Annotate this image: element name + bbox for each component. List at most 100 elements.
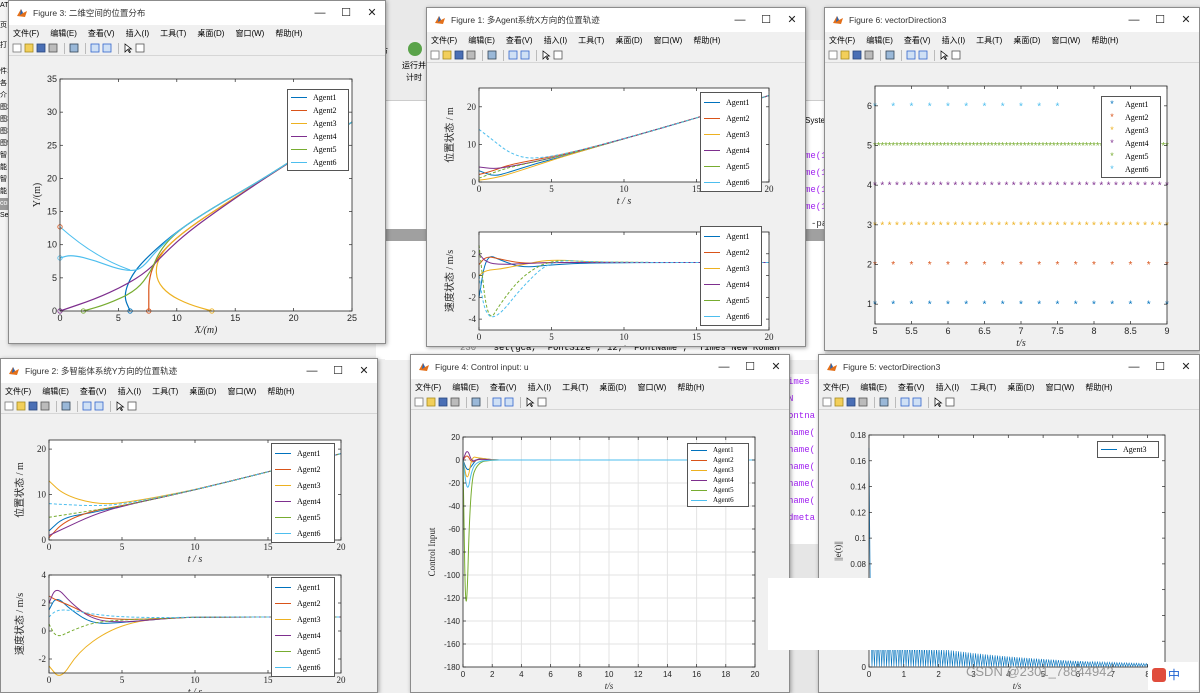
dock-icon[interactable]: [82, 401, 92, 411]
link-icon[interactable]: [879, 397, 889, 407]
menu-item[interactable]: 编辑(E): [860, 382, 887, 393]
menu-item[interactable]: 编辑(E): [866, 35, 893, 46]
print-icon[interactable]: [858, 397, 868, 407]
legend[interactable]: Agent1 Agent2 Agent3 Agent4 Agent5 Agent6: [287, 89, 349, 171]
menu-item[interactable]: 工具(T): [160, 28, 186, 39]
menu-item[interactable]: 帮助(H): [1085, 382, 1112, 393]
menu-item[interactable]: 窗口(W): [637, 382, 666, 393]
menu-item[interactable]: 窗口(W): [1045, 382, 1074, 393]
menu-item[interactable]: 桌面(D): [1007, 382, 1034, 393]
dock-icon[interactable]: [900, 397, 910, 407]
pointer-icon[interactable]: [525, 397, 535, 407]
menu-item[interactable]: 文件(F): [13, 28, 39, 39]
menu-item[interactable]: 窗口(W): [235, 28, 264, 39]
menu-item[interactable]: 插入(I): [118, 386, 142, 397]
new-figure-icon[interactable]: [430, 50, 440, 60]
open-icon[interactable]: [840, 50, 850, 60]
pointer-icon[interactable]: [115, 401, 125, 411]
menu-item[interactable]: 窗口(W): [1051, 35, 1080, 46]
ime-tray[interactable]: 中: [1148, 662, 1198, 690]
pointer-icon[interactable]: [933, 397, 943, 407]
save-icon[interactable]: [846, 397, 856, 407]
menu-item[interactable]: 插入(I): [942, 35, 966, 46]
save-icon[interactable]: [36, 43, 46, 53]
new-figure-icon[interactable]: [414, 397, 424, 407]
menu-item[interactable]: 编辑(E): [468, 35, 495, 46]
dock-icon[interactable]: [508, 50, 518, 60]
menu-item[interactable]: 工具(T): [152, 386, 178, 397]
menu-item[interactable]: 文件(F): [415, 382, 441, 393]
open-icon[interactable]: [426, 397, 436, 407]
menu-item[interactable]: 文件(F): [431, 35, 457, 46]
menu-item[interactable]: 帮助(H): [1091, 35, 1118, 46]
menu-item[interactable]: 文件(F): [5, 386, 31, 397]
figure6-window[interactable]: Figure 6: vectorDirection3 — ☐ ✕ 文件(F) 编辑(E) 查…: [824, 7, 1200, 351]
menu-item[interactable]: 帮助(H): [275, 28, 302, 39]
minimize-icon[interactable]: —: [711, 355, 737, 379]
maximize-icon[interactable]: ☐: [1147, 8, 1173, 32]
menu-item[interactable]: 窗口(W): [227, 386, 256, 397]
close-icon[interactable]: ✕: [779, 8, 805, 32]
print-icon[interactable]: [40, 401, 50, 411]
new-figure-icon[interactable]: [822, 397, 832, 407]
minimize-icon[interactable]: —: [727, 8, 753, 32]
menu-item[interactable]: 查看(V): [80, 386, 107, 397]
properties-icon[interactable]: [537, 397, 547, 407]
legend[interactable]: Agent3: [1097, 441, 1159, 458]
new-figure-icon[interactable]: [12, 43, 22, 53]
layout-icon[interactable]: [912, 397, 922, 407]
open-icon[interactable]: [442, 50, 452, 60]
legend[interactable]: Agent1 Agent2 Agent3 Agent4 Agent5 Agent6: [271, 443, 335, 543]
legend[interactable]: Agent1 Agent2 Agent3 Agent4 Agent5 Agent6: [687, 443, 749, 507]
save-icon[interactable]: [438, 397, 448, 407]
dock-icon[interactable]: [90, 43, 100, 53]
properties-icon[interactable]: [553, 50, 563, 60]
link-icon[interactable]: [471, 397, 481, 407]
legend[interactable]: Agent1 Agent2 Agent3 Agent4 Agent5 Agent6: [700, 226, 762, 326]
menu-item[interactable]: 工具(T): [562, 382, 588, 393]
pointer-icon[interactable]: [123, 43, 133, 53]
close-icon[interactable]: ✕: [1173, 8, 1199, 32]
menu-item[interactable]: 文件(F): [823, 382, 849, 393]
figure2-titlebar[interactable]: Figure 2: 多智能体系统Y方向的位置轨迹 — ☐ ✕: [1, 359, 377, 383]
menu-item[interactable]: 查看(V): [88, 28, 115, 39]
dock-icon[interactable]: [492, 397, 502, 407]
menu-item[interactable]: 插入(I): [528, 382, 552, 393]
print-icon[interactable]: [450, 397, 460, 407]
link-icon[interactable]: [487, 50, 497, 60]
figure6-titlebar[interactable]: Figure 6: vectorDirection3 — ☐ ✕: [825, 8, 1199, 32]
print-icon[interactable]: [48, 43, 58, 53]
menu-item[interactable]: 帮助(H): [267, 386, 294, 397]
maximize-icon[interactable]: ☐: [1147, 355, 1173, 379]
minimize-icon[interactable]: —: [1121, 8, 1147, 32]
print-icon[interactable]: [466, 50, 476, 60]
properties-icon[interactable]: [951, 50, 961, 60]
menu-item[interactable]: 窗口(W): [653, 35, 682, 46]
open-icon[interactable]: [16, 401, 26, 411]
figure3-window[interactable]: Figure 3: 二维空间的位置分布 — ☐ ✕ 文件(F) 编辑(E) 查看(V) 插入(…: [8, 0, 386, 344]
print-icon[interactable]: [864, 50, 874, 60]
figure4-titlebar[interactable]: Figure 4: Control input: u — ☐ ✕: [411, 355, 789, 379]
minimize-icon[interactable]: —: [299, 359, 325, 383]
menu-item[interactable]: 工具(T): [970, 382, 996, 393]
link-icon[interactable]: [885, 50, 895, 60]
figure1-titlebar[interactable]: Figure 1: 多Agent系统X方向的位置轨迹 — ☐ ✕: [427, 8, 805, 32]
new-figure-icon[interactable]: [4, 401, 14, 411]
pointer-icon[interactable]: [541, 50, 551, 60]
minimize-icon[interactable]: —: [1121, 355, 1147, 379]
new-figure-icon[interactable]: [828, 50, 838, 60]
menu-item[interactable]: 插入(I): [544, 35, 568, 46]
close-icon[interactable]: ✕: [351, 359, 377, 383]
menu-item[interactable]: 桌面(D): [1013, 35, 1040, 46]
properties-icon[interactable]: [135, 43, 145, 53]
figure3-titlebar[interactable]: Figure 3: 二维空间的位置分布 — ☐ ✕: [9, 1, 385, 25]
menu-item[interactable]: 插入(I): [936, 382, 960, 393]
legend[interactable]: Agent1 Agent2 Agent3 Agent4 Agent5 Agent6: [271, 577, 335, 677]
properties-icon[interactable]: [127, 401, 137, 411]
menu-item[interactable]: 桌面(D): [189, 386, 216, 397]
maximize-icon[interactable]: ☐: [737, 355, 763, 379]
pointer-icon[interactable]: [939, 50, 949, 60]
minimize-icon[interactable]: —: [307, 1, 333, 25]
maximize-icon[interactable]: ☐: [333, 1, 359, 25]
close-icon[interactable]: ✕: [1173, 355, 1199, 379]
